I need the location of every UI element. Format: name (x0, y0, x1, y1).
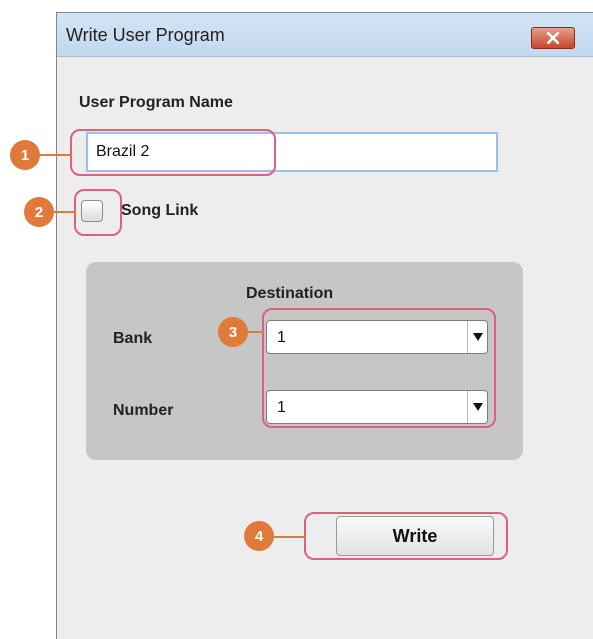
close-icon (547, 32, 559, 44)
callout-1-highlight (70, 129, 276, 176)
bank-label: Bank (113, 330, 153, 347)
user-program-name-label: User Program Name (79, 94, 233, 111)
number-label: Number (113, 402, 174, 419)
callout-1-leader (36, 154, 72, 156)
callout-2-highlight (74, 189, 122, 236)
window-title: Write User Program (66, 25, 225, 45)
callout-4-leader (270, 536, 306, 538)
callout-4-highlight (304, 512, 508, 560)
song-link-label: Song Link (121, 202, 199, 219)
callout-badge-4: 4 (244, 521, 274, 551)
title-bar[interactable]: Write User Program (57, 13, 593, 57)
callout-badge-2: 2 (24, 197, 54, 227)
callout-badge-3: 3 (218, 317, 248, 347)
callout-badge-1: 1 (10, 140, 40, 170)
destination-label: Destination (246, 285, 334, 302)
callout-3-highlight (262, 308, 496, 428)
close-button[interactable] (531, 27, 575, 49)
callout-2-leader (52, 211, 76, 213)
